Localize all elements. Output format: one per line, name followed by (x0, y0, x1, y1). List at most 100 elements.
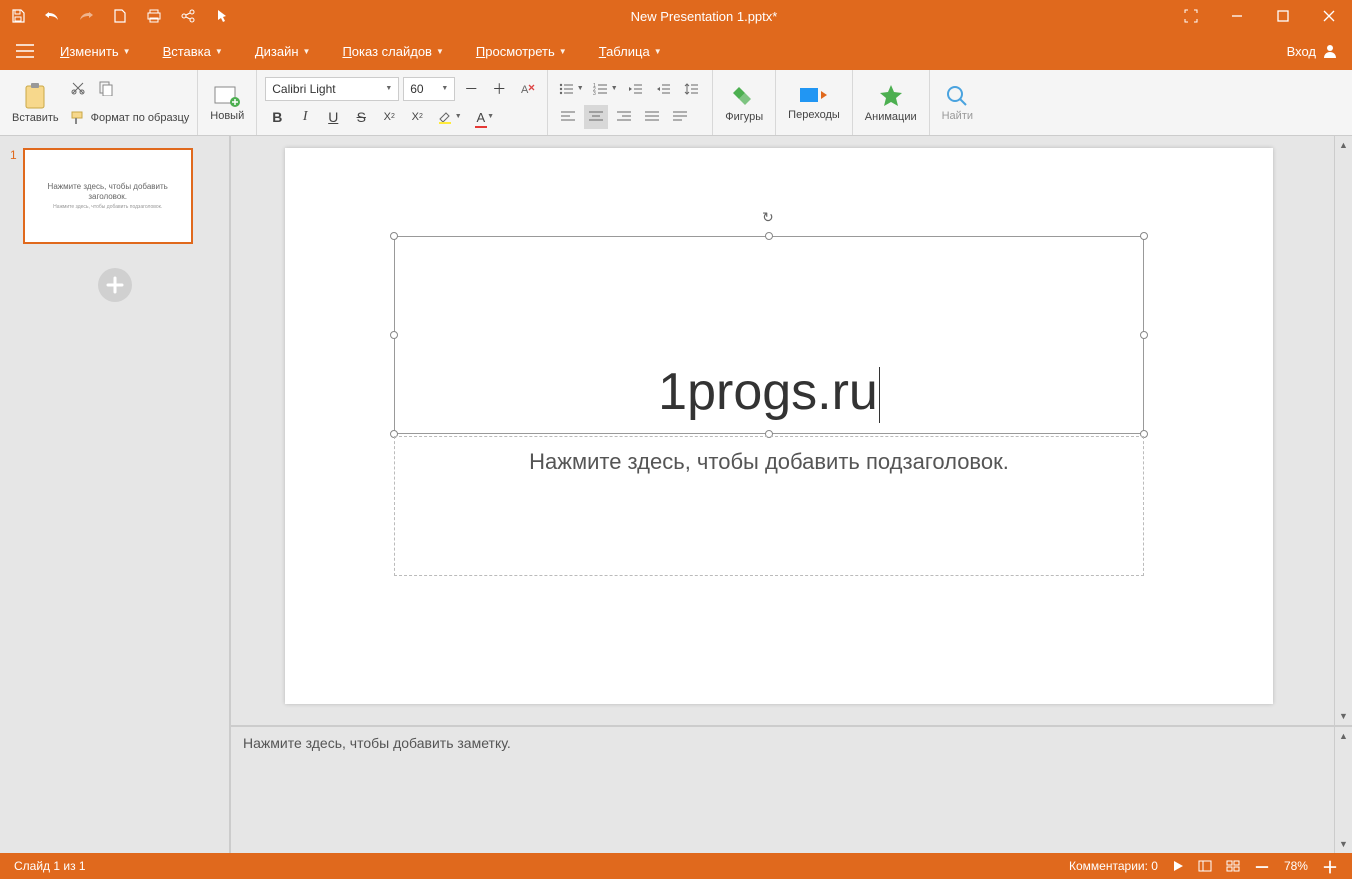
align-right-button[interactable] (612, 105, 636, 129)
close-icon[interactable] (1306, 0, 1352, 32)
login-button[interactable]: Вход (1287, 43, 1352, 59)
clear-format-button[interactable]: A (515, 77, 539, 101)
new-slide-label: Новый (210, 110, 244, 122)
resize-handle-tl[interactable] (390, 232, 398, 240)
decrease-font-button[interactable]: － (459, 77, 483, 101)
comments-button[interactable]: Комментарии: 0 (1069, 859, 1158, 873)
scroll-up-icon[interactable]: ▲ (1335, 727, 1352, 745)
font-name-combo[interactable]: Calibri Light▼ (265, 77, 399, 101)
increase-indent-button[interactable] (652, 77, 676, 101)
slide-canvas[interactable]: ↻ 1progs.ru Нажмите здесь, чтобы добавит… (285, 148, 1273, 704)
resize-handle-ml[interactable] (390, 331, 398, 339)
menu-slideshow[interactable]: Показ слайдов▼ (342, 44, 443, 59)
align-justify-button[interactable] (640, 105, 664, 129)
scroll-down-icon[interactable]: ▼ (1335, 835, 1352, 853)
resize-handle-tm[interactable] (765, 232, 773, 240)
menu-insert[interactable]: Вставка▼ (163, 44, 223, 59)
redo-icon[interactable] (76, 6, 96, 26)
title-textbox[interactable]: ↻ 1progs.ru (394, 236, 1144, 434)
linespacing-icon (684, 82, 700, 96)
ribbon-find: Найти (930, 70, 985, 135)
resize-handle-mr[interactable] (1140, 331, 1148, 339)
subtitle-placeholder: Нажмите здесь, чтобы добавить подзаголов… (395, 437, 1143, 475)
new-slide-button[interactable]: Новый (206, 74, 248, 131)
copy-icon[interactable] (97, 79, 115, 97)
numbering-icon: 123 (593, 82, 609, 96)
highlight-button[interactable]: ▼ (433, 105, 465, 129)
line-spacing-button[interactable] (680, 77, 704, 101)
scissors-icon (69, 79, 87, 97)
scroll-up-icon[interactable]: ▲ (1335, 136, 1352, 154)
transitions-button[interactable]: Переходы (784, 74, 844, 131)
menu-table[interactable]: Таблица▼ (599, 44, 662, 59)
bullets-button[interactable]: ▼ (556, 77, 586, 101)
menubar: Изменить▼ Вставка▼ Дизайн▼ Показ слайдов… (0, 32, 1352, 70)
zoom-in-button[interactable]: ＋ (1322, 854, 1338, 878)
notes-pane: Нажмите здесь, чтобы добавить заметку. ▲… (231, 725, 1352, 853)
paste-label: Вставить (12, 112, 59, 124)
title-text[interactable]: 1progs.ru (395, 362, 1143, 423)
increase-font-button[interactable]: ＋ (487, 77, 511, 101)
star-icon (878, 83, 904, 109)
font-color-button[interactable]: A▼ (469, 105, 501, 129)
slide-thumbnails: 1 Нажмите здесь, чтобы добавить заголово… (0, 136, 230, 853)
svg-text:A: A (521, 84, 529, 96)
numbering-button[interactable]: 123▼ (590, 77, 620, 101)
align-distribute-button[interactable] (668, 105, 692, 129)
new-slide-icon (213, 84, 241, 108)
notes-input[interactable]: Нажмите здесь, чтобы добавить заметку. (231, 727, 1334, 853)
menu-view[interactable]: Просмотреть▼ (476, 44, 567, 59)
save-icon[interactable] (8, 6, 28, 26)
align-center-button[interactable] (584, 105, 608, 129)
view-sorter-icon[interactable] (1226, 860, 1240, 872)
window-title: New Presentation 1.pptx* (240, 9, 1168, 24)
view-normal-icon[interactable] (1198, 860, 1212, 872)
superscript-button[interactable]: X2 (405, 105, 429, 129)
play-icon[interactable] (1172, 860, 1184, 872)
align-left-icon (561, 111, 575, 123)
strike-button[interactable]: S (349, 105, 373, 129)
find-button[interactable]: Найти (938, 74, 977, 131)
decrease-indent-button[interactable] (624, 77, 648, 101)
svg-text:3: 3 (593, 91, 596, 96)
shapes-button[interactable]: Фигуры (721, 74, 767, 131)
scroll-down-icon[interactable]: ▼ (1335, 707, 1352, 725)
user-icon (1322, 43, 1338, 59)
canvas-vscroll[interactable]: ▲ ▼ (1334, 136, 1352, 725)
slide-thumbnail-1[interactable]: Нажмите здесь, чтобы добавить заголовок.… (23, 148, 193, 244)
align-left-button[interactable] (556, 105, 580, 129)
animations-button[interactable]: Анимации (861, 74, 921, 131)
align-dist-icon (673, 111, 687, 123)
resize-handle-tr[interactable] (1140, 232, 1148, 240)
canvas-scroll[interactable]: ↻ 1progs.ru Нажмите здесь, чтобы добавит… (231, 136, 1334, 725)
fullscreen-icon[interactable] (1168, 0, 1214, 32)
cursor-icon[interactable] (212, 6, 232, 26)
share-icon[interactable] (178, 6, 198, 26)
add-slide-button[interactable] (98, 268, 132, 302)
bold-button[interactable]: B (265, 105, 289, 129)
italic-button[interactable]: I (293, 105, 317, 129)
new-doc-icon[interactable] (110, 6, 130, 26)
maximize-icon[interactable] (1260, 0, 1306, 32)
font-size-combo[interactable]: 60▼ (403, 77, 455, 101)
zoom-out-button[interactable]: － (1254, 854, 1270, 878)
ribbon-slides: Новый (198, 70, 257, 135)
menu-edit[interactable]: Изменить▼ (60, 44, 131, 59)
format-painter-button[interactable]: Формат по образцу (69, 106, 190, 130)
paste-button[interactable]: Вставить (8, 74, 63, 131)
indent-icon (656, 82, 672, 96)
align-justify-icon (645, 111, 659, 123)
subtitle-textbox[interactable]: Нажмите здесь, чтобы добавить подзаголов… (394, 436, 1144, 576)
menu-design[interactable]: Дизайн▼ (255, 44, 311, 59)
cut-button[interactable] (69, 76, 190, 100)
notes-vscroll[interactable]: ▲ ▼ (1334, 727, 1352, 853)
undo-icon[interactable] (42, 6, 62, 26)
print-icon[interactable] (144, 6, 164, 26)
hamburger-icon[interactable] (0, 44, 50, 58)
subscript-button[interactable]: X2 (377, 105, 401, 129)
canvas-area: ↻ 1progs.ru Нажмите здесь, чтобы добавит… (231, 136, 1352, 725)
magnifier-icon (945, 84, 969, 108)
rotate-handle[interactable]: ↻ (762, 209, 774, 226)
underline-button[interactable]: U (321, 105, 345, 129)
minimize-icon[interactable] (1214, 0, 1260, 32)
